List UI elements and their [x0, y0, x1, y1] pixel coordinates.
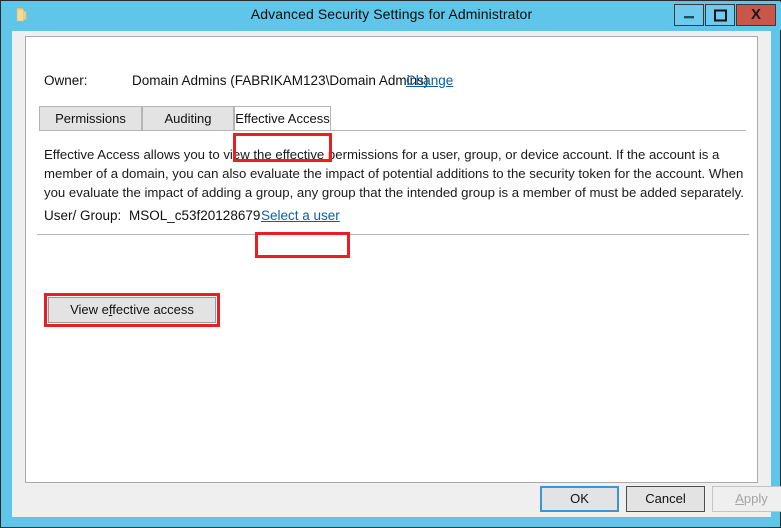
tab-strip-underline	[39, 130, 746, 131]
apply-suffix: pply	[743, 491, 768, 506]
dialog-footer: OK Cancel Apply	[12, 486, 781, 517]
apply-accel: A	[735, 491, 744, 506]
title-bar: Advanced Security Settings for Administr…	[2, 2, 781, 30]
user-group-row: User/ Group: MSOL_c53f20128679 Select a …	[26, 208, 759, 230]
minimize-icon	[684, 16, 694, 19]
tab-permissions[interactable]: Permissions	[39, 106, 142, 131]
dialog-window: Advanced Security Settings for Administr…	[0, 0, 781, 528]
window-title: Advanced Security Settings for Administr…	[250, 6, 533, 22]
content-panel: Owner: Domain Admins (FABRIKAM123\Domain…	[25, 36, 758, 483]
close-button[interactable]: X	[736, 4, 776, 26]
annotation-box-select-a-user	[255, 232, 350, 258]
cancel-button[interactable]: Cancel	[626, 486, 705, 512]
apply-button: Apply	[712, 486, 781, 512]
effective-access-description: Effective Access allows you to view the …	[44, 147, 744, 200]
select-a-user-link[interactable]: Select a user	[261, 208, 340, 223]
minimize-button[interactable]	[674, 4, 704, 26]
tab-effective-access[interactable]: Effective Access	[234, 106, 331, 131]
owner-value: Domain Admins (FABRIKAM123\Domain Admins…	[132, 73, 429, 88]
tab-strip: Permissions Auditing Effective Access	[39, 106, 746, 131]
ok-button[interactable]: OK	[540, 486, 619, 512]
user-group-separator	[37, 234, 749, 235]
view-effective-suffix: fective access	[112, 302, 194, 317]
view-effective-prefix: View e	[70, 302, 109, 317]
owner-label: Owner:	[44, 73, 88, 88]
maximize-icon	[714, 9, 727, 22]
tab-auditing[interactable]: Auditing	[142, 106, 234, 131]
user-group-label: User/ Group:	[44, 208, 122, 223]
close-icon: X	[750, 6, 761, 23]
select-user-suffix: ser	[321, 208, 340, 223]
owner-row: Owner: Domain Admins (FABRIKAM123\Domain…	[26, 73, 759, 95]
user-group-value: MSOL_c53f20128679	[129, 208, 261, 223]
select-user-accel: u	[313, 208, 322, 223]
view-effective-access-button[interactable]: View effective access	[48, 297, 216, 323]
select-user-prefix: Select a	[261, 208, 314, 223]
owner-change-link[interactable]: Change	[406, 73, 453, 88]
dialog-body: Owner: Domain Admins (FABRIKAM123\Domain…	[12, 31, 781, 517]
maximize-button[interactable]	[705, 4, 735, 26]
